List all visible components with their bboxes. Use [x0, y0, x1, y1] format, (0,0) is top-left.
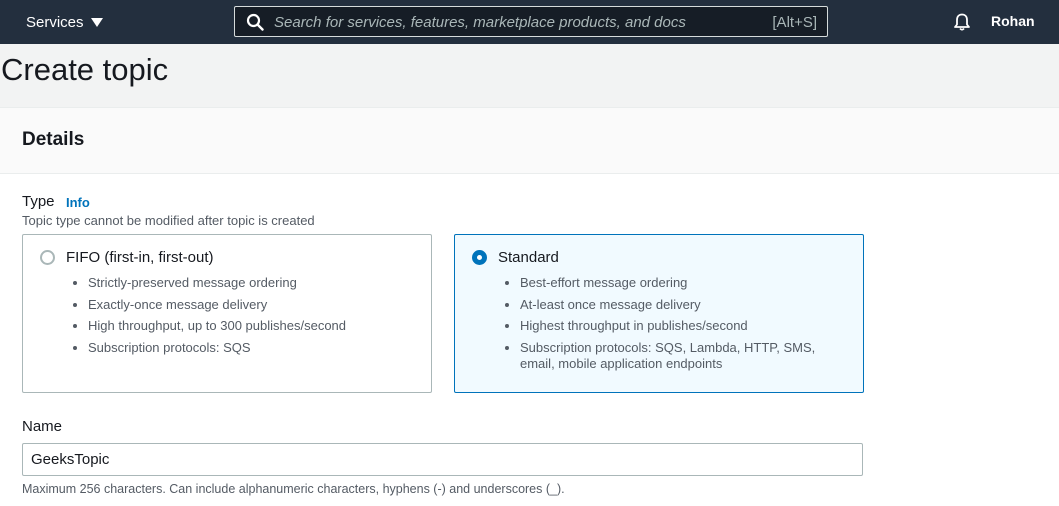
search-shortcut-hint: [Alt+S] [772, 14, 817, 31]
type-label: Type [22, 193, 55, 210]
list-item: Exactly-once message delivery [88, 297, 404, 313]
fifo-option-title: FIFO (first-in, first-out) [66, 249, 214, 266]
user-menu[interactable]: Rohan [991, 13, 1035, 29]
name-input[interactable] [22, 443, 863, 476]
fifo-feature-list: Strictly-preserved message ordering Exac… [74, 275, 404, 361]
name-constraint-hint: Maximum 256 characters. Can include alph… [22, 482, 565, 496]
type-info-link[interactable]: Info [66, 195, 90, 210]
standard-feature-list: Best-effort message ordering At-least on… [506, 275, 836, 377]
name-label: Name [22, 418, 63, 435]
list-item: At-least once message delivery [520, 297, 836, 313]
services-label: Services [26, 13, 84, 31]
page-title: Create topic [1, 52, 169, 87]
search-bar[interactable]: Search for services, features, marketpla… [234, 6, 828, 37]
type-description: Topic type cannot be modified after topi… [22, 213, 315, 228]
caret-down-icon [90, 18, 103, 27]
search-placeholder: Search for services, features, marketpla… [274, 14, 686, 31]
list-item: High throughput, up to 300 publishes/sec… [88, 318, 404, 334]
top-navigation-bar: Services Search for services, features, … [0, 0, 1059, 44]
fifo-radio-button[interactable] [40, 250, 55, 265]
list-item: Subscription protocols: SQS, Lambda, HTT… [520, 340, 836, 372]
search-icon [246, 13, 264, 31]
services-menu-button[interactable]: Services [26, 12, 103, 32]
fifo-type-option[interactable]: FIFO (first-in, first-out) Strictly-pres… [22, 234, 432, 393]
list-item: Strictly-preserved message ordering [88, 275, 404, 291]
bell-icon[interactable] [952, 12, 972, 32]
list-item: Subscription protocols: SQS [88, 340, 404, 356]
standard-radio-button[interactable] [472, 250, 487, 265]
standard-option-title: Standard [498, 249, 559, 266]
page-header: Create topic [0, 44, 1059, 108]
details-heading: Details [22, 129, 85, 150]
list-item: Highest throughput in publishes/second [520, 318, 836, 334]
standard-type-option[interactable]: Standard Best-effort message ordering At… [454, 234, 864, 393]
details-section-header: Details [0, 108, 1059, 174]
list-item: Best-effort message ordering [520, 275, 836, 291]
